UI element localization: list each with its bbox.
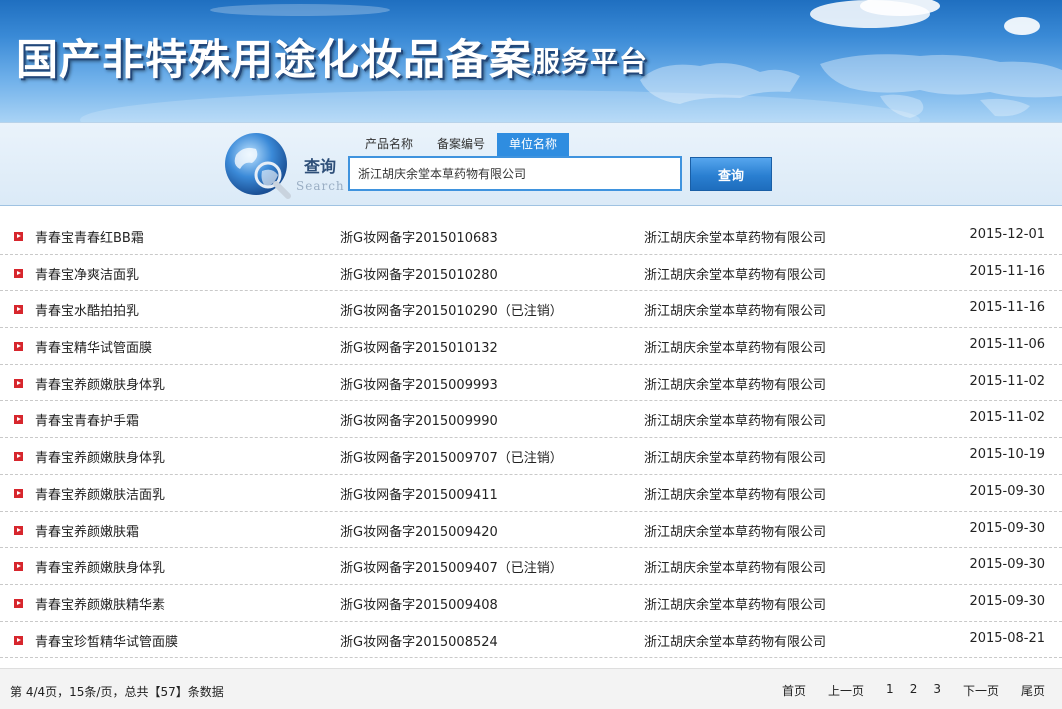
company-name: 浙江胡庆余堂本草药物有限公司 [644,597,827,613]
arrow-bullet-icon [14,305,23,315]
page-2-link[interactable]: 2 [910,682,918,699]
record-number: 浙G妆网备字2015010683 [340,231,498,246]
list-item: 青春宝珍皙精华试管面膜 浙G妆网备字2015008524 浙江胡庆余堂本草药物有… [0,622,1062,659]
first-page-link[interactable]: 首页 [782,682,806,699]
record-number: 浙G妆网备字2015010280 [340,267,498,283]
search-type-tabs: 产品名称 备案编号 单位名称 [353,133,570,156]
list-item: 青春宝养颜嫩肤身体乳 浙G妆网备字2015009993 浙江胡庆余堂本草药物有限… [0,365,1062,402]
company-name: 浙江胡庆余堂本草药物有限公司 [644,414,827,430]
list-item: 青春宝水酷拍拍乳 浙G妆网备字2015010290（已注销） 浙江胡庆余堂本草药… [0,291,1062,329]
tab-record-number[interactable]: 备案编号 [425,133,497,156]
list-item: 青春宝净爽洁面乳 浙G妆网备字2015010280 浙江胡庆余堂本草药物有限公司… [0,255,1062,292]
company-name: 浙江胡庆余堂本草药物有限公司 [644,561,827,577]
product-name-link[interactable]: 青春宝青春红BB霜 [35,227,144,246]
record-date: 2015-09-30 [969,520,1045,536]
arrow-bullet-icon [14,342,23,352]
record-date: 2015-11-02 [969,410,1045,426]
page-1-link[interactable]: 1 [886,682,894,699]
product-name-link[interactable]: 青春宝养颜嫩肤身体乳 [35,374,165,393]
arrow-bullet-icon [14,415,23,425]
pagination-bar: 第 4/4页，15条/页，总共【57】条数据 首页 上一页 1 2 3 下一页 … [0,668,1062,709]
page-summary: 第 4/4页，15条/页，总共【57】条数据 [10,685,224,699]
arrow-bullet-icon [14,268,23,278]
list-item: 青春宝养颜嫩肤身体乳 浙G妆网备字2015009707（已注销） 浙江胡庆余堂本… [0,438,1062,475]
list-item: 青春宝青春护手霜 浙G妆网备字2015009990 浙江胡庆余堂本草药物有限公司… [0,401,1062,439]
record-number: 浙G妆网备字2015009411 [340,487,498,503]
company-name: 浙江胡庆余堂本草药物有限公司 [644,487,827,503]
product-name-link[interactable]: 青春宝水酷拍拍乳 [35,300,139,319]
record-number: 浙G妆网备字2015010290（已注销） [340,304,563,320]
list-item: 青春宝养颜嫩肤身体乳 浙G妆网备字2015009407（已注销） 浙江胡庆余堂本… [0,548,1062,585]
record-number: 浙G妆网备字2015009407（已注销） [340,561,563,577]
product-name-link[interactable]: 青春宝青春护手霜 [35,410,139,429]
product-name-link[interactable]: 青春宝养颜嫩肤身体乳 [35,447,165,466]
record-date: 2015-09-30 [969,483,1045,499]
record-number: 浙G妆网备字2015010132 [340,341,498,357]
record-date: 2015-09-30 [969,593,1045,609]
arrow-bullet-icon [14,378,23,388]
arrow-bullet-icon [14,598,23,608]
product-name-link[interactable]: 青春宝精华试管面膜 [35,337,152,356]
company-name: 浙江胡庆余堂本草药物有限公司 [644,634,827,650]
record-number: 浙G妆网备字2015009990 [340,414,498,430]
search-logo: 查询 Search [222,131,345,201]
product-name-link[interactable]: 青春宝养颜嫩肤洁面乳 [35,484,165,503]
record-number: 浙G妆网备字2015009420 [340,524,498,540]
arrow-bullet-icon [14,635,23,645]
tab-company-name[interactable]: 单位名称 [497,133,570,156]
company-name: 浙江胡庆余堂本草药物有限公司 [644,451,827,467]
record-date: 2015-12-01 [969,227,1045,242]
arrow-bullet-icon [14,562,23,572]
results-list: 青春宝青春红BB霜 浙G妆网备字2015010683 浙江胡庆余堂本草药物有限公… [0,218,1062,659]
page-title: 国产非特殊用途化妆品备案 [16,35,533,84]
page-3-link[interactable]: 3 [933,682,941,699]
product-name-link[interactable]: 青春宝珍皙精华试管面膜 [35,631,178,650]
arrow-bullet-icon [14,232,23,241]
pagination: 首页 上一页 1 2 3 下一页 尾页 [782,682,1045,699]
search-logo-label: 查询 [304,157,337,176]
list-item: 青春宝养颜嫩肤精华素 浙G妆网备字2015009408 浙江胡庆余堂本草药物有限… [0,585,1062,622]
record-number: 浙G妆网备字2015009993 [340,377,498,393]
search-button[interactable]: 查询 [690,157,772,191]
company-name: 浙江胡庆余堂本草药物有限公司 [644,267,827,283]
search-panel: 查询 Search 产品名称 备案编号 单位名称 查询 [0,122,1062,206]
arrow-bullet-icon [14,452,23,462]
record-number: 浙G妆网备字2015008524 [340,634,498,650]
company-name: 浙江胡庆余堂本草药物有限公司 [644,341,827,357]
record-number: 浙G妆网备字2015009408 [340,597,498,613]
arrow-bullet-icon [14,488,23,498]
tab-product-name[interactable]: 产品名称 [353,133,425,156]
record-date: 2015-10-19 [969,447,1045,463]
product-name-link[interactable]: 青春宝净爽洁面乳 [35,264,139,283]
record-date: 2015-11-16 [969,263,1045,279]
product-name-link[interactable]: 青春宝养颜嫩肤霜 [35,521,139,540]
product-name-link[interactable]: 青春宝养颜嫩肤身体乳 [35,557,165,576]
record-date: 2015-08-21 [969,630,1045,646]
search-input[interactable] [348,156,682,191]
prev-page-link[interactable]: 上一页 [828,682,864,699]
record-date: 2015-11-02 [969,373,1045,389]
list-item: 青春宝精华试管面膜 浙G妆网备字2015010132 浙江胡庆余堂本草药物有限公… [0,328,1062,365]
last-page-link[interactable]: 尾页 [1021,682,1045,699]
company-name: 浙江胡庆余堂本草药物有限公司 [644,304,827,320]
next-page-link[interactable]: 下一页 [963,682,999,699]
company-name: 浙江胡庆余堂本草药物有限公司 [644,377,827,393]
company-name: 浙江胡庆余堂本草药物有限公司 [644,524,827,540]
list-item: 青春宝养颜嫩肤霜 浙G妆网备字2015009420 浙江胡庆余堂本草药物有限公司… [0,512,1062,549]
list-item: 青春宝养颜嫩肤洁面乳 浙G妆网备字2015009411 浙江胡庆余堂本草药物有限… [0,475,1062,512]
record-date: 2015-11-06 [969,337,1045,353]
arrow-bullet-icon [14,525,23,535]
globe-magnifier-icon [225,133,291,199]
product-name-link[interactable]: 青春宝养颜嫩肤精华素 [35,594,165,613]
company-name: 浙江胡庆余堂本草药物有限公司 [644,231,827,246]
header-banner: 国产非特殊用途化妆品备案 服务平台 [0,0,1062,122]
list-item: 青春宝青春红BB霜 浙G妆网备字2015010683 浙江胡庆余堂本草药物有限公… [0,218,1062,255]
search-logo-label-en: Search [296,179,345,193]
page-subtitle: 服务平台 [532,45,649,78]
record-number: 浙G妆网备字2015009707（已注销） [340,451,563,467]
record-date: 2015-09-30 [969,557,1045,573]
record-date: 2015-11-16 [969,300,1045,316]
